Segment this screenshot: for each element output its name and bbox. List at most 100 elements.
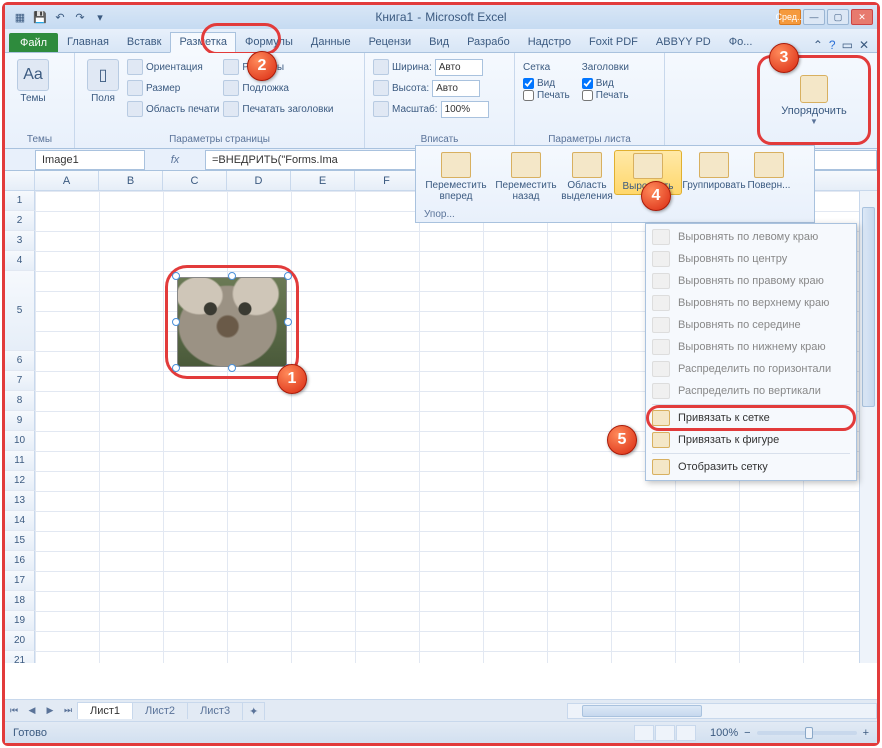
col-header[interactable]: E [291, 171, 355, 190]
row-header[interactable]: 6 [5, 351, 35, 371]
qat-more-icon[interactable]: ▾ [91, 8, 109, 26]
help-icon[interactable]: ? [829, 38, 836, 52]
maximize-button[interactable]: ▢ [827, 9, 849, 25]
name-box[interactable] [35, 150, 145, 170]
align-middle-item[interactable]: Выровнять по середине [648, 314, 854, 336]
background-button[interactable]: Подложка [223, 78, 333, 98]
close-button[interactable]: ✕ [851, 9, 873, 25]
tab-addins[interactable]: Надстро [519, 32, 580, 52]
resize-handle[interactable] [172, 364, 180, 372]
vertical-scrollbar[interactable] [859, 191, 877, 663]
col-header[interactable]: C [163, 171, 227, 190]
row-header[interactable]: 13 [5, 491, 35, 511]
row-header[interactable]: 3 [5, 231, 35, 251]
sheet-tab-2[interactable]: Лист2 [132, 702, 188, 719]
redo-icon[interactable]: ↷ [71, 8, 89, 26]
tab-foxit[interactable]: Foxit PDF [580, 32, 647, 52]
horizontal-scrollbar[interactable] [567, 703, 877, 719]
col-header[interactable]: A [35, 171, 99, 190]
row-header[interactable]: 18 [5, 591, 35, 611]
align-left-item[interactable]: Выровнять по левому краю [648, 226, 854, 248]
view-normal-button[interactable] [634, 725, 654, 741]
zoom-in-button[interactable]: + [863, 727, 869, 739]
tab-home[interactable]: Главная [58, 32, 118, 52]
context-tab-tools[interactable]: Сред... [779, 9, 801, 25]
margins-button[interactable]: ▯ Поля [83, 57, 123, 106]
distribute-h-item[interactable]: Распределить по горизонтали [648, 358, 854, 380]
row-header[interactable]: 10 [5, 431, 35, 451]
row-header[interactable]: 4 [5, 251, 35, 271]
resize-handle[interactable] [172, 272, 180, 280]
select-all-corner[interactable] [5, 171, 35, 190]
minimize-ribbon-icon[interactable]: ⌃ [813, 38, 823, 52]
height-input[interactable] [432, 80, 480, 97]
col-header[interactable]: D [227, 171, 291, 190]
tab-data[interactable]: Данные [302, 32, 360, 52]
send-backward-button[interactable]: Переместить назад [492, 150, 560, 204]
row-header[interactable]: 16 [5, 551, 35, 571]
new-sheet-button[interactable]: ✦ [242, 702, 265, 720]
headings-print-check[interactable]: Печать [582, 90, 629, 101]
fx-icon[interactable]: fx [145, 154, 205, 166]
zoom-label[interactable]: 100% [710, 727, 738, 739]
tab-file[interactable]: Файл [9, 33, 58, 52]
embedded-image[interactable] [177, 277, 287, 367]
grid-print-check[interactable]: Печать [523, 90, 570, 101]
snap-to-grid-item[interactable]: Привязать к сетке [648, 407, 854, 429]
sheet-nav-first[interactable]: ⏮ [5, 702, 23, 720]
align-right-item[interactable]: Выровнять по правому краю [648, 270, 854, 292]
headings-view-check[interactable]: Вид [582, 78, 629, 89]
col-header[interactable]: F [355, 171, 419, 190]
selection-pane-button[interactable]: Область выделения [562, 150, 612, 204]
tab-insert[interactable]: Вставк [118, 32, 171, 52]
sheet-nav-last[interactable]: ⏭ [59, 702, 77, 720]
tab-abbyy[interactable]: ABBYY PD [647, 32, 720, 52]
scrollbar-thumb[interactable] [582, 705, 702, 717]
col-header[interactable]: B [99, 171, 163, 190]
scrollbar-thumb[interactable] [862, 207, 875, 407]
zoom-thumb[interactable] [805, 727, 813, 739]
resize-handle[interactable] [228, 272, 236, 280]
sheet-tab-3[interactable]: Лист3 [187, 702, 243, 719]
zoom-slider[interactable] [757, 731, 857, 735]
row-header[interactable]: 20 [5, 631, 35, 651]
save-icon[interactable]: 💾 [31, 8, 49, 26]
resize-handle[interactable] [172, 318, 180, 326]
view-gridlines-item[interactable]: Отобразить сетку [648, 456, 854, 478]
view-page-layout-button[interactable] [655, 725, 675, 741]
size-button[interactable]: Размер [127, 78, 219, 98]
row-header[interactable]: 7 [5, 371, 35, 391]
row-header[interactable]: 14 [5, 511, 35, 531]
row-header[interactable]: 12 [5, 471, 35, 491]
scale-input[interactable] [441, 101, 489, 118]
row-header[interactable]: 19 [5, 611, 35, 631]
align-bottom-item[interactable]: Выровнять по нижнему краю [648, 336, 854, 358]
width-input[interactable] [435, 59, 483, 76]
themes-button[interactable]: Aa Темы [13, 57, 53, 106]
sheet-nav-prev[interactable]: ◀ [23, 702, 41, 720]
breaks-button[interactable]: Разрывы [223, 57, 333, 77]
minimize-button[interactable]: — [803, 9, 825, 25]
row-header[interactable]: 21 [5, 651, 35, 663]
row-header[interactable]: 8 [5, 391, 35, 411]
row-header[interactable]: 5 [5, 271, 35, 351]
row-header[interactable]: 1 [5, 191, 35, 211]
doc-close-icon[interactable]: ✕ [859, 38, 869, 52]
zoom-out-button[interactable]: − [744, 727, 750, 739]
undo-icon[interactable]: ↶ [51, 8, 69, 26]
print-titles-button[interactable]: Печатать заголовки [223, 99, 333, 119]
align-center-item[interactable]: Выровнять по центру [648, 248, 854, 270]
bring-forward-button[interactable]: Переместить вперед [422, 150, 490, 204]
grid-view-check[interactable]: Вид [523, 78, 570, 89]
row-header[interactable]: 11 [5, 451, 35, 471]
tab-review[interactable]: Рецензи [360, 32, 421, 52]
row-header[interactable]: 2 [5, 211, 35, 231]
resize-handle[interactable] [284, 272, 292, 280]
tab-view[interactable]: Вид [420, 32, 458, 52]
align-top-item[interactable]: Выровнять по верхнему краю [648, 292, 854, 314]
row-header[interactable]: 15 [5, 531, 35, 551]
view-page-break-button[interactable] [676, 725, 696, 741]
window-restore-icon[interactable]: ▭ [842, 38, 853, 52]
rotate-button[interactable]: Поверн... [746, 150, 792, 193]
tab-format[interactable]: Фо... [720, 32, 762, 52]
